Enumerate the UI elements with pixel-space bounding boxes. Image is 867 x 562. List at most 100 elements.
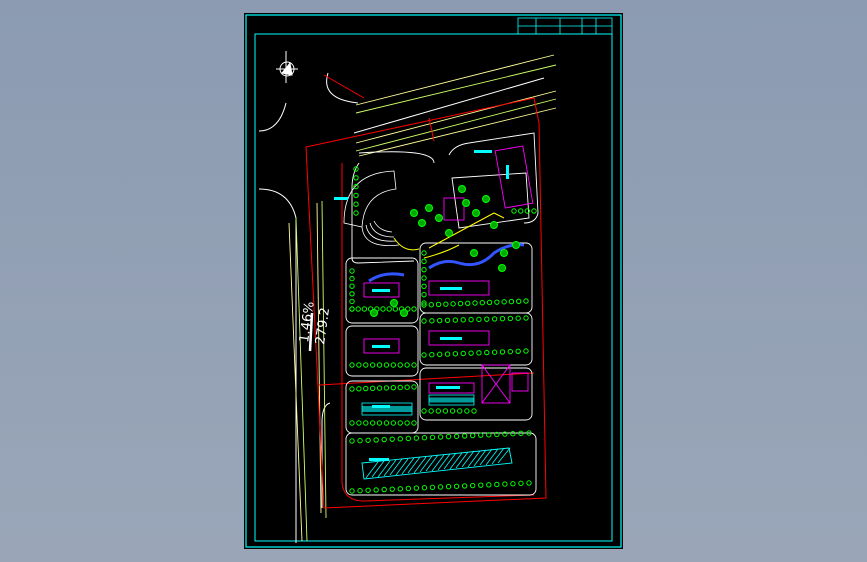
tree-symbol: [376, 362, 383, 368]
tree-symbol: [357, 437, 363, 444]
tree-symbol: [526, 480, 532, 486]
tree-symbol: [353, 210, 359, 216]
tree-symbol: [349, 275, 355, 282]
tree-symbol: [421, 318, 427, 324]
tree-symbol: [523, 298, 529, 304]
tree-symbol: [523, 315, 529, 321]
tree-symbol: [508, 298, 515, 305]
tree-symbol: [478, 482, 484, 488]
tree-symbol: [353, 175, 359, 181]
tree-symbol: [476, 316, 482, 323]
tree-symbol: [457, 300, 464, 307]
title-block: [517, 17, 613, 35]
water-features: [368, 243, 525, 283]
left-road-lines: [288, 200, 327, 542]
tree-cluster: [490, 221, 498, 229]
tree-symbol: [469, 482, 476, 489]
tree-symbol: [349, 283, 355, 289]
tree-symbol: [392, 306, 399, 312]
tree-symbol: [356, 420, 362, 426]
tree-symbol: [397, 420, 403, 426]
tree-symbol: [349, 291, 355, 297]
tree-symbol: [390, 362, 397, 368]
tree-symbol: [411, 362, 417, 368]
tree-symbol: [369, 420, 376, 426]
tree-symbol: [486, 482, 492, 488]
north-arrow-icon: [276, 51, 298, 83]
tree-symbol: [349, 268, 355, 274]
tree-symbol: [460, 350, 466, 357]
tree-symbol: [510, 481, 516, 487]
drawing-sheet: 1.46% 279.2: [244, 13, 623, 549]
tree-cluster: [472, 209, 480, 217]
tree-symbol: [468, 350, 474, 356]
tree-symbol: [531, 208, 537, 214]
tree-symbol: [404, 420, 410, 426]
tree-symbol: [411, 384, 417, 390]
tree-symbol: [507, 315, 514, 322]
tree-symbol: [390, 384, 397, 391]
tree-symbol: [445, 483, 452, 490]
tree-symbol: [369, 362, 376, 368]
tree-symbol: [365, 437, 371, 443]
tree-symbol: [501, 299, 507, 305]
tree-symbol: [479, 300, 485, 306]
tree-symbol: [390, 420, 397, 426]
site-plan-drawing: 1.46% 279.2: [245, 14, 622, 548]
tree-symbol: [363, 420, 369, 426]
tree-symbol: [361, 306, 368, 312]
tree-cluster: [482, 195, 490, 203]
tree-symbol: [363, 362, 369, 368]
tree-symbol: [383, 420, 390, 426]
tree-cluster: [462, 199, 470, 207]
tree-symbol: [435, 301, 442, 308]
tree-symbol: [356, 362, 362, 368]
tree-symbol: [411, 420, 417, 426]
tree-symbol: [436, 351, 443, 358]
tree-symbol: [386, 306, 392, 312]
tree-symbol: [349, 438, 355, 444]
tree-symbol: [511, 208, 517, 214]
tree-symbol: [357, 487, 363, 494]
tree-symbol: [381, 436, 387, 443]
tree-cluster: [418, 219, 426, 227]
tree-symbol: [450, 301, 456, 307]
tree-symbol: [397, 436, 403, 442]
tree-symbol: [429, 318, 435, 324]
tree-cluster: [425, 204, 433, 212]
tree-symbol: [421, 266, 427, 273]
tree-symbol: [516, 298, 522, 304]
tree-symbol: [376, 420, 383, 426]
tree-symbol: [397, 384, 403, 391]
tree-symbol: [421, 250, 427, 256]
tree-symbol: [452, 351, 459, 357]
tree-symbol: [453, 433, 460, 439]
tree-symbol: [476, 350, 482, 356]
tree-symbol: [510, 431, 516, 437]
tree-symbol: [349, 298, 355, 305]
tree-cluster: [500, 249, 508, 257]
tree-symbol: [353, 192, 359, 199]
tree-symbol: [349, 306, 355, 312]
tree-symbol: [468, 316, 474, 323]
tree-symbol-icon: [349, 166, 537, 494]
tree-symbol: [397, 486, 403, 492]
tree-symbol: [452, 317, 459, 323]
tree-symbol: [349, 420, 355, 426]
tree-symbol: [469, 432, 476, 439]
tree-symbol: [383, 385, 390, 391]
tree-symbol: [460, 317, 466, 323]
tree-symbol: [445, 433, 452, 440]
tree-symbol: [484, 349, 490, 356]
tree-symbol: [421, 283, 427, 290]
tree-symbol: [442, 408, 449, 414]
tree-symbol: [464, 408, 470, 414]
tree-symbol: [389, 486, 395, 492]
tree-cluster: [410, 209, 418, 217]
tree-cluster: [390, 299, 398, 307]
tree-symbol: [413, 435, 420, 441]
tree-symbol: [421, 352, 427, 358]
tree-symbol: [515, 315, 521, 321]
tree-cluster: [370, 309, 378, 317]
tree-symbol: [437, 484, 444, 490]
